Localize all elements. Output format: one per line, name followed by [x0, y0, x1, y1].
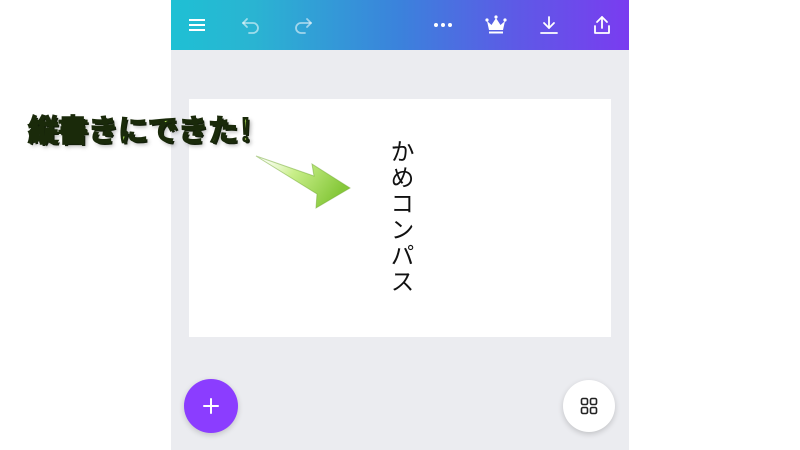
page-grid-button[interactable]	[563, 380, 615, 432]
redo-button[interactable]	[287, 9, 319, 41]
screen: かめコンパス 縦書きにできた！	[0, 0, 800, 450]
undo-button[interactable]	[235, 9, 267, 41]
download-button[interactable]	[533, 9, 565, 41]
vertical-text-box[interactable]: かめコンパス	[385, 139, 415, 295]
plus-icon	[203, 398, 219, 414]
top-toolbar	[171, 0, 629, 50]
download-icon	[540, 16, 558, 34]
crown-icon	[485, 15, 507, 34]
share-button[interactable]	[586, 9, 618, 41]
grid-icon	[580, 397, 598, 415]
app-window: かめコンパス	[171, 0, 629, 450]
annotation-label: 縦書きにできた！	[27, 113, 269, 150]
premium-button[interactable]	[480, 9, 512, 41]
redo-icon	[295, 18, 312, 34]
share-icon	[594, 16, 610, 34]
annotation-arrow-icon	[255, 155, 351, 209]
menu-button[interactable]	[181, 9, 213, 41]
menu-icon	[189, 19, 205, 31]
undo-icon	[242, 18, 259, 34]
more-icon	[434, 23, 452, 27]
add-button[interactable]	[184, 379, 238, 433]
more-button[interactable]	[427, 9, 459, 41]
